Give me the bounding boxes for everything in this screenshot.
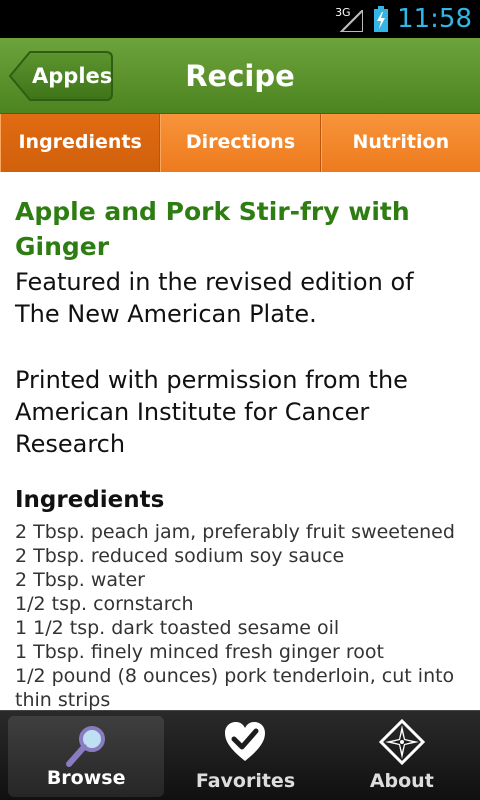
battery-icon [373, 6, 389, 32]
recipe-description: Featured in the revised edition of The N… [15, 268, 414, 328]
nav-favorites-label: Favorites [195, 770, 296, 792]
tab-bar: Ingredients Directions Nutrition [0, 114, 480, 172]
nav-browse-label: Browse [46, 767, 126, 789]
back-button-label: Apples [32, 64, 113, 88]
tab-directions[interactable]: Directions [160, 114, 321, 172]
ingredients-list: 2 Tbsp. peach jam, preferably fruit swee… [15, 520, 465, 710]
title-bar: Apples Recipe [0, 38, 480, 114]
ingredient-item: 1 Tbsp. finely minced fresh ginger root [15, 641, 384, 663]
signal-icon: 3G [335, 6, 365, 32]
status-bar: 3G 11:58 [0, 0, 480, 38]
back-button[interactable]: Apples [8, 50, 114, 102]
compass-star-icon [378, 719, 425, 765]
nav-about[interactable]: About [324, 711, 480, 800]
ingredient-item: 2 Tbsp. peach jam, preferably fruit swee… [15, 521, 455, 543]
bottom-nav: Browse Favorites About [0, 710, 480, 800]
tab-ingredients[interactable]: Ingredients [0, 114, 161, 172]
ingredient-item: 1 1/2 tsp. dark toasted sesame oil [15, 617, 340, 639]
ingredient-item: 1/2 pound (8 ounces) pork tenderloin, cu… [15, 665, 455, 710]
ingredient-item: 2 Tbsp. reduced sodium soy sauce [15, 545, 345, 567]
clock: 11:58 [397, 4, 472, 34]
recipe-credit: Printed with permission from the America… [15, 366, 408, 458]
nav-favorites[interactable]: Favorites [167, 711, 323, 800]
status-icons: 3G 11:58 [335, 0, 472, 38]
nav-browse[interactable]: Browse [8, 716, 165, 797]
ingredient-item: 2 Tbsp. water [15, 569, 145, 591]
magnifier-icon [66, 726, 106, 767]
ingredients-heading: Ingredients [15, 487, 165, 513]
ingredient-item: 1/2 tsp. cornstarch [15, 593, 194, 615]
nav-about-label: About [369, 770, 434, 792]
page-title: Recipe [185, 59, 295, 93]
tab-nutrition[interactable]: Nutrition [320, 114, 480, 172]
heart-check-icon [225, 722, 266, 761]
recipe-content[interactable]: Apple and Pork Stir-fry with Ginger Feat… [0, 172, 480, 710]
recipe-title: Apple and Pork Stir-fry with Ginger [15, 197, 410, 261]
